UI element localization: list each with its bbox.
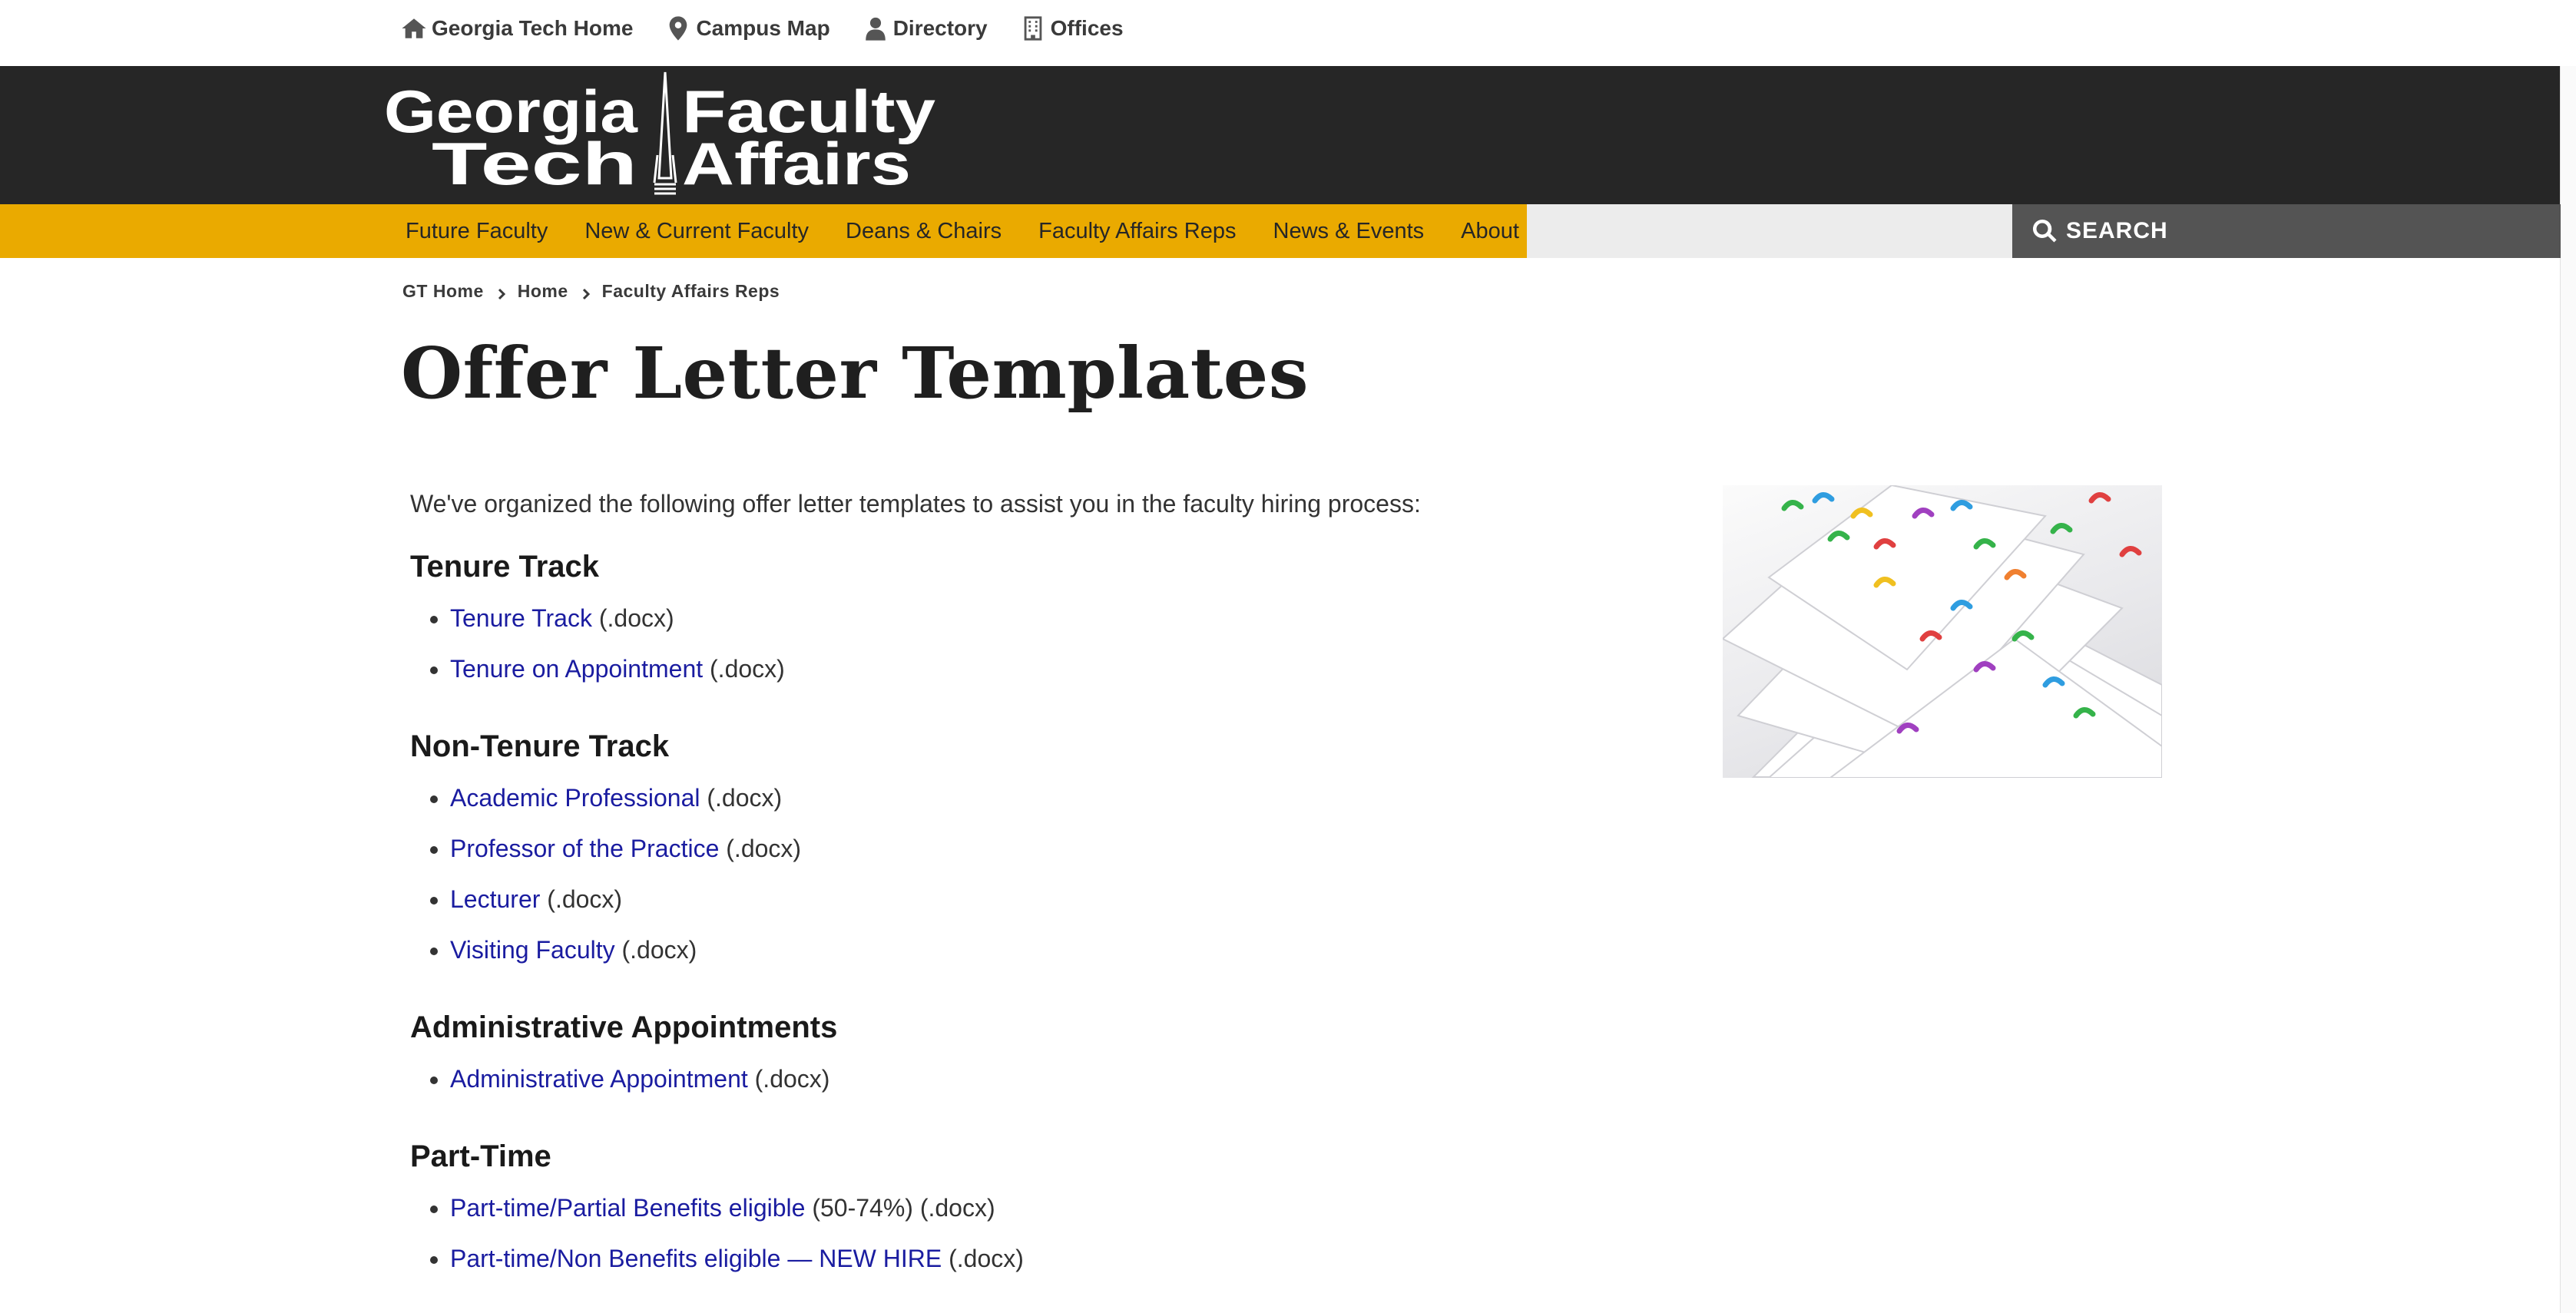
file-type: (.docx) — [614, 936, 697, 964]
main-nav: Future Faculty New & Current Faculty Dea… — [0, 204, 1552, 258]
nav-faculty-affairs-reps[interactable]: Faculty Affairs Reps — [1038, 219, 1236, 244]
file-type: (.docx) — [747, 1065, 830, 1093]
template-link-part-time-partial-benefits[interactable]: Part-time/Partial Benefits eligible — [450, 1194, 805, 1222]
list-item: Tenure on Appointment (.docx) — [450, 643, 1562, 694]
template-link-administrative-appointment[interactable]: Administrative Appointment — [450, 1065, 748, 1093]
scrollbar[interactable] — [2560, 66, 2576, 1313]
section-heading-part-time: Part-Time — [410, 1139, 551, 1173]
template-link-part-time-non-benefits[interactable]: Part-time/Non Benefits eligible — NEW HI… — [450, 1245, 942, 1272]
search-button-label: SEARCH — [2066, 218, 2168, 243]
utility-link-label: Directory — [892, 16, 988, 40]
non-tenure-track-list: Academic Professional (.docx) Professor … — [410, 772, 1562, 975]
template-link-professor-of-the-practice[interactable]: Professor of the Practice — [450, 835, 719, 862]
site-logo[interactable]: Georgia Tech Faculty Affairs — [384, 71, 945, 201]
list-item: Academic Professional (.docx) — [450, 772, 1562, 823]
template-link-visiting-faculty[interactable]: Visiting Faculty — [450, 936, 615, 964]
logo-tech: Tech — [432, 130, 637, 197]
file-type: (.docx) — [591, 604, 674, 632]
page-title: Offer Letter Templates — [401, 332, 1310, 415]
utility-bar: Georgia Tech Home Campus Map Directory O… — [0, 0, 2576, 66]
utility-link-offices[interactable]: Offices — [1020, 15, 1124, 41]
breadcrumb-home[interactable]: Home — [518, 281, 568, 302]
utility-link-label: Campus Map — [696, 16, 830, 40]
file-type: (50-74%) (.docx) — [805, 1194, 995, 1222]
building-icon — [1024, 16, 1041, 41]
part-time-list: Part-time/Partial Benefits eligible (50-… — [410, 1182, 1562, 1284]
map-pin-icon — [670, 16, 687, 41]
tenure-track-list: Tenure Track (.docx) Tenure on Appointme… — [410, 593, 1562, 694]
utility-link-label: Georgia Tech Home — [432, 16, 634, 40]
list-item: Visiting Faculty (.docx) — [450, 924, 1562, 975]
breadcrumb: GT Home Home Faculty Affairs Reps — [402, 281, 780, 302]
utility-link-label: Offices — [1050, 16, 1124, 40]
tower-icon — [653, 71, 677, 195]
chevron-right-icon — [579, 285, 593, 299]
nav-new-current-faculty[interactable]: New & Current Faculty — [584, 219, 809, 244]
main-content: We've organized the following offer lett… — [410, 485, 1562, 1284]
utility-link-directory[interactable]: Directory — [863, 15, 988, 41]
intro-text: We've organized the following offer lett… — [410, 490, 1421, 518]
file-type: (.docx) — [703, 655, 785, 683]
list-item: Part-time/Partial Benefits eligible (50-… — [450, 1182, 1562, 1233]
template-link-tenure-track[interactable]: Tenure Track — [450, 604, 592, 632]
site-header: Georgia Tech Faculty Affairs — [0, 66, 2576, 204]
section-heading-administrative-appointments: Administrative Appointments — [410, 1010, 838, 1044]
list-item: Part-time/Non Benefits eligible — NEW HI… — [450, 1233, 1562, 1284]
search-button[interactable]: SEARCH — [2012, 204, 2561, 258]
home-icon — [402, 18, 426, 38]
logo-affairs: Affairs — [682, 130, 911, 197]
utility-link-gt-home[interactable]: Georgia Tech Home — [401, 15, 633, 41]
utility-link-campus-map[interactable]: Campus Map — [665, 15, 830, 41]
file-type: (.docx) — [719, 835, 802, 862]
section-heading-tenure-track: Tenure Track — [410, 550, 600, 584]
search-input[interactable] — [1527, 204, 2012, 258]
paper-stack-image — [1723, 485, 2162, 778]
template-link-academic-professional[interactable]: Academic Professional — [450, 784, 700, 812]
template-link-tenure-on-appointment[interactable]: Tenure on Appointment — [450, 655, 703, 683]
breadcrumb-faculty-affairs-reps[interactable]: Faculty Affairs Reps — [602, 281, 780, 302]
nav-news-events[interactable]: News & Events — [1273, 219, 1425, 244]
breadcrumb-gt-home[interactable]: GT Home — [402, 281, 484, 302]
list-item: Tenure Track (.docx) — [450, 593, 1562, 643]
search-icon — [2032, 219, 2057, 243]
file-type: (.docx) — [540, 885, 623, 913]
person-icon — [865, 17, 886, 41]
file-type: (.docx) — [700, 784, 783, 812]
template-link-lecturer[interactable]: Lecturer — [450, 885, 540, 913]
file-type: (.docx) — [942, 1245, 1024, 1272]
nav-deans-chairs[interactable]: Deans & Chairs — [846, 219, 1002, 244]
administrative-appointments-list: Administrative Appointment (.docx) — [410, 1053, 1562, 1104]
list-item: Lecturer (.docx) — [450, 874, 1562, 924]
list-item: Professor of the Practice (.docx) — [450, 823, 1562, 874]
nav-future-faculty[interactable]: Future Faculty — [406, 219, 548, 244]
list-item: Administrative Appointment (.docx) — [450, 1053, 1562, 1104]
section-heading-non-tenure-track: Non-Tenure Track — [410, 729, 670, 763]
chevron-right-icon — [495, 285, 508, 299]
